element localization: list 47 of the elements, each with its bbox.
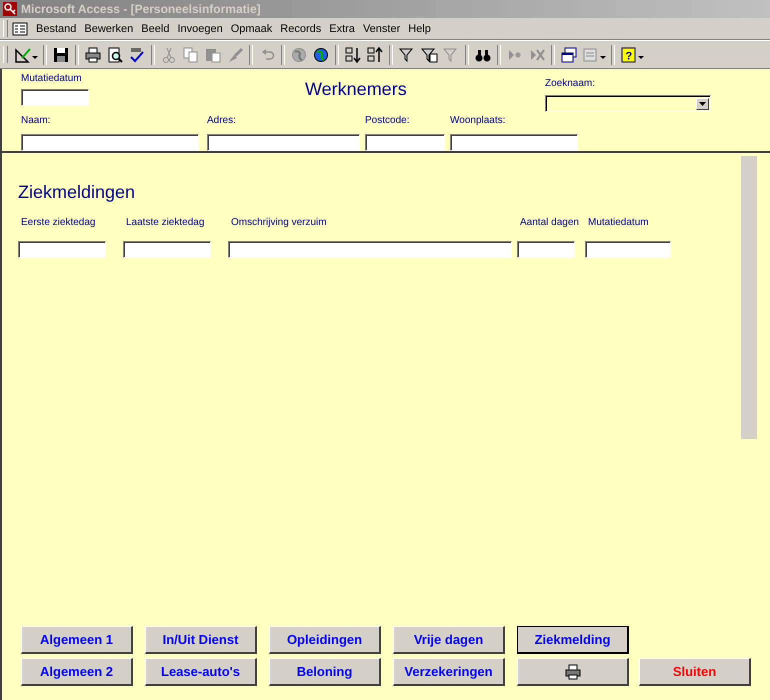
input-field[interactable] (450, 134, 578, 151)
menu-item[interactable]: Bewerken (80, 22, 138, 34)
input-field[interactable] (517, 241, 575, 258)
column-label: Laatste ziektedag (125, 217, 206, 229)
scrollbar[interactable] (741, 156, 757, 439)
nav-button[interactable]: Vrije dagen (393, 626, 505, 654)
nav-button[interactable]: Algemeen 1 (21, 626, 133, 654)
nav-button[interactable]: Algemeen 2 (21, 658, 133, 686)
window-title: Microsoft Access - [Personeelsinformatie] (21, 2, 261, 16)
input-field[interactable] (123, 241, 211, 258)
input-field[interactable] (228, 241, 512, 258)
nav-button[interactable]: Opleidingen (269, 626, 381, 654)
printer-icon (564, 664, 582, 680)
column-label: Eerste ziektedag (20, 217, 96, 229)
menu-item[interactable]: Opmaak (226, 22, 276, 34)
form-icon[interactable] (12, 22, 28, 36)
key-icon (3, 2, 17, 16)
field-label: Woonplaats: (450, 115, 506, 127)
nav-button[interactable]: Ziekmelding (517, 626, 629, 654)
nav-button[interactable]: Beloning (269, 658, 381, 686)
input-field[interactable] (585, 241, 671, 258)
field-label: Naam: (21, 115, 52, 127)
field-label: Adres: (207, 115, 237, 127)
column-label: Omschrijving verzuim (230, 217, 328, 229)
field-label: Mutatiedatum (21, 73, 83, 85)
search-combo-box[interactable] (545, 95, 711, 112)
nav-button[interactable]: In/Uit Dienst (145, 626, 257, 654)
menu-item[interactable]: Help (404, 22, 435, 34)
menu-item[interactable]: Extra (325, 22, 359, 34)
input-field[interactable] (365, 134, 445, 151)
menu-item[interactable]: Venster (358, 22, 404, 34)
field-label: Zoeknaam: (545, 78, 596, 90)
nav-button[interactable]: Verzekeringen (393, 658, 505, 686)
menu-item[interactable]: Records (276, 22, 326, 34)
section-title: Ziekmeldingen (18, 182, 136, 203)
print-button[interactable] (517, 658, 629, 686)
field-label: Postcode: (365, 115, 410, 127)
menu-item[interactable]: Bestand (32, 22, 80, 34)
nav-button[interactable]: Lease-auto's (145, 658, 257, 686)
input-field[interactable] (207, 134, 360, 151)
form-title: Werknemers (305, 79, 407, 99)
menu-item[interactable]: Invoegen (173, 22, 227, 34)
input-field[interactable] (21, 134, 199, 151)
input-field[interactable] (21, 89, 89, 106)
input-field[interactable] (18, 241, 106, 258)
menu-item[interactable]: Beeld (137, 22, 174, 34)
column-label: Mutatiedatum (587, 217, 650, 229)
